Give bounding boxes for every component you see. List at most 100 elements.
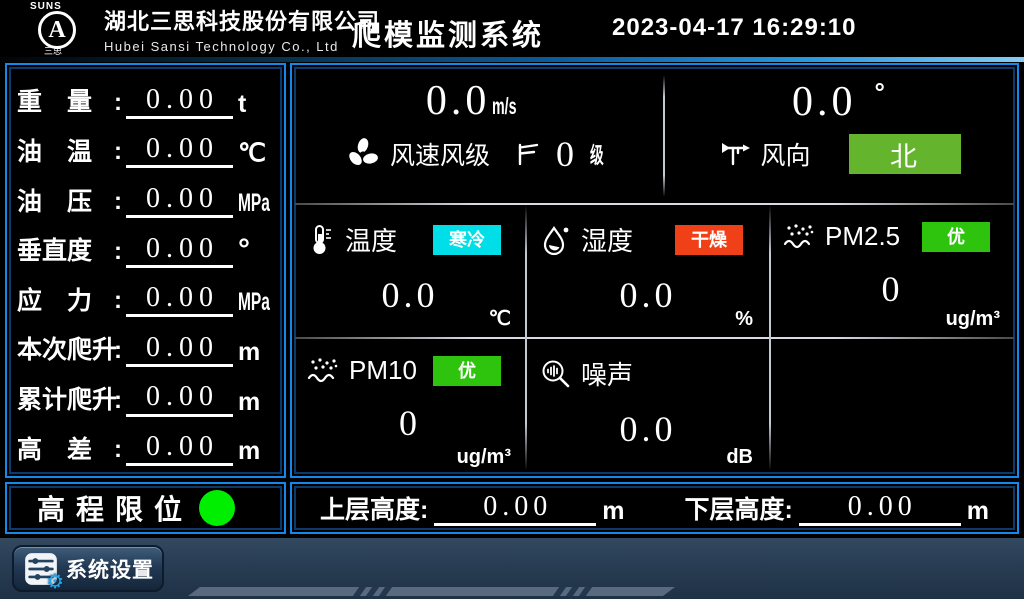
row-label: 油 压 — [17, 186, 114, 219]
layer-heights-box: 上层高度: 0.00 m 下层高度: 0.00 m — [290, 482, 1019, 534]
wind-section-divider — [663, 75, 665, 197]
row-oil-temp: 油 温: 0.00 ℃ — [17, 124, 274, 168]
row-unit: m — [238, 436, 274, 466]
row-unit: ° — [238, 232, 274, 268]
lower-height-label: 下层高度: — [685, 490, 793, 526]
measurement-panel: 重 量: 0.00 t 油 温: 0.00 ℃ 油 压: 0.00 MPa 垂直… — [5, 63, 286, 478]
company-name-block: 湖北三思科技股份有限公司 Hubei Sansi Technology Co.,… — [104, 4, 380, 54]
pm25-value: 0 — [771, 268, 1014, 310]
temperature-status-badge: 寒冷 — [433, 225, 501, 255]
lower-height-group: 下层高度: 0.00 m — [685, 490, 990, 526]
wind-speed-unit: m/s — [492, 93, 517, 120]
row-weight: 重 量: 0.00 t — [17, 75, 274, 119]
row-label: 垂直度 — [17, 235, 114, 268]
taskbar: ⚙ 系统设置 — [0, 538, 1024, 599]
row-verticality: 垂直度: 0.00 ° — [17, 224, 274, 268]
row-unit: m — [238, 337, 274, 367]
temperature-label: 温度 — [345, 221, 397, 258]
header: SUNS A 三思 湖北三思科技股份有限公司 Hubei Sansi Techn… — [0, 0, 1024, 57]
row-label: 应 力 — [17, 285, 114, 318]
noise-cell: 噪声 0.0 dB — [529, 339, 767, 475]
pm10-status-badge: 优 — [433, 356, 501, 386]
wind-speed-detail-line: 风速风级 0 级 — [296, 133, 662, 175]
elevation-limit-indicator — [199, 490, 235, 526]
pm25-unit: ug/m³ — [946, 308, 1000, 331]
elevation-limit-label: 高程限位 — [37, 488, 193, 528]
colon: : — [114, 89, 122, 117]
row-label: 高 差 — [17, 434, 114, 467]
wind-level-unit: 级 — [590, 138, 612, 170]
row-value: 0.00 — [126, 282, 233, 317]
row-value: 0.00 — [126, 133, 233, 168]
temperature-cell: 温度 寒冷 0.0 ℃ — [295, 205, 525, 337]
pm10-unit: ug/m³ — [457, 446, 511, 469]
pm10-label: PM10 — [349, 355, 417, 386]
upper-height-group: 上层高度: 0.00 m — [320, 490, 625, 526]
wind-direction-label: 风向 — [760, 136, 810, 172]
colon: : — [114, 287, 122, 315]
wind-direction-unit: ° — [875, 77, 889, 107]
row-value: 0.00 — [126, 332, 233, 367]
dust-icon — [783, 222, 815, 252]
pm25-label: PM2.5 — [825, 221, 900, 252]
row-total-climb: 累计爬升: 0.00 m — [17, 373, 274, 417]
row-value: 0.00 — [126, 233, 233, 268]
row-unit: MPa — [238, 287, 274, 317]
datetime-display: 2023-04-17 16:29:10 — [612, 14, 857, 42]
environment-panel: 0.0m/s 风速风级 — [290, 63, 1019, 478]
fan-icon — [346, 137, 380, 171]
colon: : — [114, 138, 122, 166]
company-logo: SUNS A 三思 — [24, 0, 96, 57]
pm10-cell: PM10 优 0 ug/m³ — [295, 339, 525, 475]
row-label: 重 量 — [17, 86, 114, 119]
system-settings-label: 系统设置 — [66, 554, 154, 584]
pm25-cell: PM2.5 优 0 ug/m³ — [771, 205, 1014, 337]
row-unit: m — [238, 387, 274, 417]
pm10-value: 0 — [295, 402, 525, 444]
wind-direction-section: 0.0° 风向 北 — [668, 71, 1013, 203]
water-drop-icon — [541, 224, 571, 256]
row-value: 0.00 — [126, 84, 233, 119]
colon: : — [114, 238, 122, 266]
colon: : — [114, 387, 122, 415]
pm25-status-badge: 优 — [922, 222, 990, 252]
wind-direction-compass-badge: 北 — [849, 134, 961, 174]
wind-direction-detail-line: 风向 北 — [668, 134, 1013, 174]
row-unit: ℃ — [238, 138, 274, 168]
wind-direction-value-line: 0.0° — [668, 77, 1013, 126]
humidity-unit: % — [735, 308, 753, 331]
row-value: 0.00 — [126, 381, 233, 416]
humidity-status-badge: 干燥 — [675, 225, 743, 255]
dust-icon — [307, 356, 339, 386]
humidity-cell: 湿度 干燥 0.0 % — [529, 205, 767, 337]
row-label: 油 温 — [17, 136, 114, 169]
wind-speed-section: 0.0m/s 风速风级 — [296, 71, 662, 203]
colon: : — [114, 337, 122, 365]
gear-icon: ⚙ — [46, 569, 64, 593]
row-value: 0.00 — [126, 431, 233, 466]
climbing-formwork-monitor-screen: SUNS A 三思 湖北三思科技股份有限公司 Hubei Sansi Techn… — [0, 0, 1024, 599]
colon: : — [114, 188, 122, 216]
wind-speed-label: 风速风级 — [390, 136, 490, 172]
wind-speed-value: 0.0 — [426, 78, 491, 124]
upper-height-label: 上层高度: — [320, 490, 428, 526]
grid-vertical-divider-1 — [525, 205, 527, 471]
system-settings-button[interactable]: ⚙ 系统设置 — [12, 545, 164, 592]
wind-barb-icon — [514, 141, 540, 167]
company-name-en: Hubei Sansi Technology Co., Ltd — [104, 39, 380, 54]
wind-level-value: 0 — [556, 133, 574, 175]
noise-unit: dB — [726, 446, 753, 469]
humidity-label: 湿度 — [581, 221, 633, 258]
humidity-value: 0.0 — [529, 274, 767, 316]
row-label: 累计爬升 — [17, 384, 114, 417]
upper-height-value: 0.00 — [434, 492, 596, 526]
row-unit: t — [238, 89, 274, 119]
row-value: 0.00 — [126, 183, 233, 218]
temperature-unit: ℃ — [489, 306, 511, 331]
noise-meter-icon — [541, 359, 571, 389]
company-name-cn: 湖北三思科技股份有限公司 — [104, 4, 380, 36]
measurement-rows: 重 量: 0.00 t 油 温: 0.00 ℃ 油 压: 0.00 MPa 垂直… — [17, 72, 274, 469]
logo-letter: A — [48, 18, 65, 42]
colon: : — [114, 436, 122, 464]
header-divider — [0, 57, 1024, 62]
